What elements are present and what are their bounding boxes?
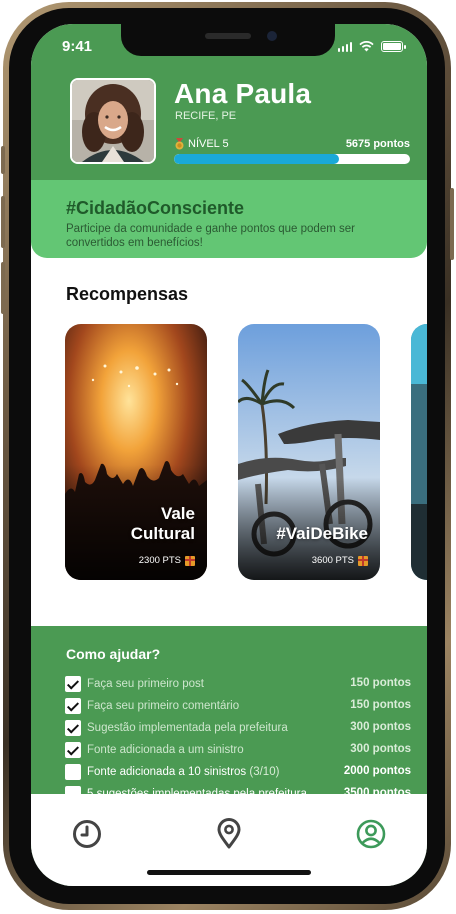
task-points: 150 pontos [350,677,411,689]
task-checkbox[interactable] [65,698,81,714]
level-row: NÍVEL 5 5675 pontos [174,138,410,152]
clock-icon[interactable] [71,818,103,850]
task-checkbox[interactable] [65,764,81,780]
level-label: NÍVEL 5 [188,138,229,150]
how-to-help-heading: Como ajudar? [66,646,161,662]
status-time: 9:41 [62,38,93,55]
task-label-text: Faça seu primeiro post [87,678,204,690]
reward-points-value: 3600 PTS [311,555,354,566]
task-label-text: Fonte adicionada a 10 sinistros [87,766,247,778]
task-label-text: Faça seu primeiro comentário [87,700,240,712]
tab-bar [31,794,427,886]
task-label: Fonte adicionada a 10 sinistros (3/10) [87,766,279,778]
user-location: RECIFE, PE [175,110,237,122]
task-label: Faça seu primeiro post [87,678,204,690]
wifi-icon [359,41,374,52]
task-label: Faça seu primeiro comentário [87,700,239,712]
status-bar: 9:41 [31,24,427,72]
reward-points: 3600 PTS [312,555,368,566]
level-progress-bar [174,154,410,164]
task-points: 300 pontos [350,743,411,755]
speaker [205,33,251,39]
user-name: Ana Paula [174,78,312,109]
task-progress: (3/10) [249,766,280,778]
points-label: 5675 pontos [345,138,410,150]
task-points: 150 pontos [350,699,411,711]
gift-icon [185,555,195,566]
status-icons [337,41,406,52]
task-checkbox[interactable] [65,742,81,758]
reward-card-vaidebike[interactable]: #VaiDeBike 3600 PTS [238,324,380,580]
level-info: NÍVEL 5 [174,138,229,150]
reward-points: 2300 PTS [139,555,195,566]
volume-switch [1,146,5,174]
battery-icon [381,41,406,52]
task-checkbox[interactable] [65,720,81,736]
side-button [450,188,454,260]
task-label: Fonte adicionada a um sinistro [87,744,244,756]
reward-card-vale-cultural[interactable]: Vale Cultural 2300 PTS [65,324,207,580]
task-points: 2000 pontos [343,765,411,777]
task-row: Fonte adicionada a um sinistro 300 pontos [65,739,411,761]
volume-up-button [1,196,5,248]
profile-icon[interactable] [355,818,387,850]
campaign-description: Participe da comunidade e ganhe pontos q… [66,223,355,249]
partial-reward-image [411,324,427,580]
gift-icon [358,555,368,566]
home-indicator [147,870,311,875]
reward-title: #VaiDeBike [276,524,368,543]
app-screen: 9:41 Ana Paula RECIFE, PE NÍVEL 5 5675 p… [31,24,427,886]
rewards-heading: Recompensas [66,284,189,304]
task-row: Faça seu primeiro comentário 150 pontos [65,695,411,717]
level-progress-fill [174,154,340,164]
task-list: Faça seu primeiro post 150 pontos Faça seu… [65,673,411,805]
cellular-signal-icon [337,41,352,52]
profile-header: Ana Paula RECIFE, PE NÍVEL 5 5675 pontos [31,72,427,180]
medal-icon [175,138,184,150]
campaign-title: #CidadãoConsciente [66,198,245,218]
task-label: Sugestão implementada pela prefeitura [87,722,288,734]
task-row: Faça seu primeiro post 150 pontos [65,673,411,695]
task-label-text: Fonte adicionada a um sinistro [87,744,244,756]
rewards-carousel[interactable]: Vale Cultural 2300 PTS #VaiDeBike 3600 P… [65,324,427,582]
reward-title: Vale Cultural [130,504,195,543]
task-points: 300 pontos [350,721,411,733]
notch [121,24,335,56]
location-pin-icon[interactable] [213,818,245,850]
campaign-banner[interactable]: #CidadãoConsciente Participe da comunida… [31,180,427,258]
avatar[interactable] [70,78,156,164]
front-camera [267,31,277,41]
reward-card-partial[interactable] [411,324,427,580]
task-row: Fonte adicionada a 10 sinistros (3/10) 20… [65,761,411,783]
task-row: Sugestão implementada pela prefeitura 300… [65,717,411,739]
task-label-text: Sugestão implementada pela prefeitura [87,722,288,734]
task-checkbox[interactable] [65,676,81,692]
volume-down-button [1,262,5,314]
reward-points-value: 2300 PTS [138,555,181,566]
